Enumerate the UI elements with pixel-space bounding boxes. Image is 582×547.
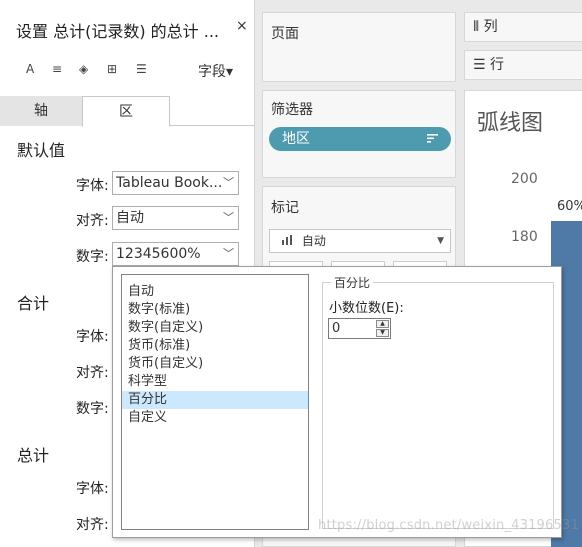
pill-label: 地区 [282,131,310,147]
section-heading-grand-total: 总计 [17,446,50,465]
percentage-options-group: 百分比 小数位数(E): 0 ▲ ▼ [322,274,554,529]
borders-format-icon[interactable]: ⊞ [107,62,117,76]
viz-title: 弧线图 [477,111,544,136]
decrement-arrow-icon[interactable]: ▼ [376,329,389,337]
stepper-buttons: ▲ ▼ [376,320,389,337]
align-label: 对齐: [76,517,109,533]
bar-chart-icon [282,234,298,248]
format-option-number-custom[interactable]: 数字(自定义) [122,319,308,337]
default-number-dropdown[interactable]: 12345600% ﹀ [112,242,239,266]
pages-card-title: 页面 [271,26,299,42]
lines-format-icon[interactable]: ☰ [136,62,147,76]
alignment-format-icon[interactable]: ≡ [52,62,62,76]
font-format-icon[interactable]: A [26,62,34,76]
chevron-down-icon: ﹀ [223,176,234,189]
filters-card-title: 筛选器 [271,102,313,118]
fields-dropdown-button[interactable]: 字段▾ [198,61,233,81]
decimal-places-stepper[interactable]: 0 ▲ ▼ [328,318,391,339]
align-label: 对齐: [76,213,109,229]
filter-pill-region[interactable]: 地区 [269,127,451,151]
y-axis-tick: 200 [511,171,538,187]
format-option-custom[interactable]: 自定义 [122,409,308,427]
font-label: 字体: [76,178,109,194]
mark-type-label: 自动 [301,234,326,248]
format-option-number-standard[interactable]: 数字(标准) [122,301,308,319]
dropdown-value: 自动 [116,210,144,226]
watermark-text: https://blog.csdn.net/weixin_43196531 [318,518,579,533]
shading-format-icon[interactable]: ◈ [79,62,88,76]
default-font-dropdown[interactable]: Tableau Book... ﹀ [112,171,239,195]
number-format-popup: 自动 数字(标准) 数字(自定义) 货币(标准) 货币(自定义) 科学型 百分比… [112,266,562,538]
format-option-auto[interactable]: 自动 [122,283,308,301]
tableau-window: 设置 总计(记录数) 的总计 ... × A ≡ ◈ ⊞ ☰ 字段▾ 轴 区 默… [0,0,582,547]
filters-card[interactable]: 筛选器 地区 [262,90,456,178]
format-pane-title: 设置 总计(记录数) 的总计 ... [16,22,220,41]
number-format-list[interactable]: 自动 数字(标准) 数字(自定义) 货币(标准) 货币(自定义) 科学型 百分比… [121,274,309,530]
align-label: 对齐: [76,365,109,381]
tab-axis[interactable]: 轴 [0,96,82,126]
dropdown-arrow-icon: ▼ [437,236,444,246]
format-toolbar: A ≡ ◈ ⊞ ☰ 字段▾ [0,58,255,84]
dropdown-value: 12345600% [116,246,201,262]
format-option-percentage[interactable]: 百分比 [122,391,308,409]
font-label: 字体: [76,329,109,345]
rows-shelf[interactable]: ☰ 行 [464,50,582,80]
bar-data-label: 60% [557,199,582,214]
number-label: 数字: [76,249,109,265]
decimal-places-value: 0 [332,321,341,336]
chevron-down-icon: ﹀ [223,211,234,224]
columns-shelf[interactable]: ⦀ 列 [464,12,582,42]
pages-card[interactable]: 页面 [262,12,456,82]
section-heading-default: 默认值 [17,141,66,160]
marks-card-title: 标记 [271,200,299,216]
format-option-currency-standard[interactable]: 货币(标准) [122,337,308,355]
format-option-scientific[interactable]: 科学型 [122,373,308,391]
dropdown-value: Tableau Book... [116,175,223,191]
number-label: 数字: [76,401,109,417]
format-option-currency-custom[interactable]: 货币(自定义) [122,355,308,373]
format-tabs: 轴 区 [0,96,255,127]
mark-type-dropdown[interactable]: 自动 ▼ [269,229,451,253]
tab-area[interactable]: 区 [82,96,170,127]
section-heading-total: 合计 [17,294,50,313]
close-icon[interactable]: × [236,18,248,34]
decimal-places-label: 小数位数(E): [329,301,404,316]
increment-arrow-icon[interactable]: ▲ [376,320,389,328]
y-axis-tick: 180 [511,229,538,245]
default-align-dropdown[interactable]: 自动 ﹀ [112,206,239,230]
font-label: 字体: [76,481,109,497]
group-title: 百分比 [331,274,374,291]
sort-icon [427,127,439,151]
chevron-down-icon: ﹀ [223,247,234,260]
